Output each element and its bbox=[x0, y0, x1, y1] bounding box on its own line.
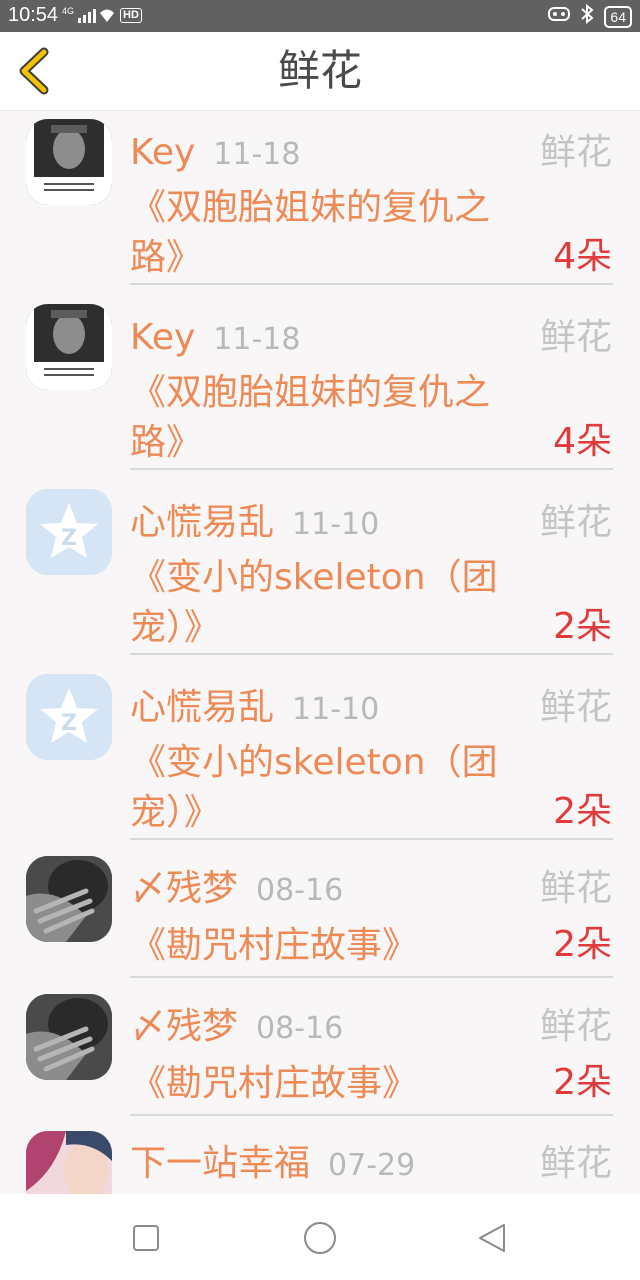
sender-name[interactable]: 心慌易乱 11-10 bbox=[130, 686, 379, 732]
gift-type: 鲜花 bbox=[539, 1143, 612, 1184]
book-title-line1: 《变小的skeleton（团 bbox=[130, 742, 498, 783]
gift-count: 2朵 bbox=[553, 606, 612, 647]
avatar[interactable]: Z bbox=[26, 674, 112, 760]
book-title-line1: 《勘咒村庄故事》 bbox=[130, 925, 419, 966]
photo-avatar bbox=[26, 119, 112, 205]
sender-name[interactable]: 〆残梦 08-16 bbox=[130, 867, 343, 913]
gift-date: 08-16 bbox=[256, 1011, 344, 1046]
header: 鲜花 bbox=[0, 32, 640, 111]
svg-text:Z: Z bbox=[61, 526, 77, 551]
bluetooth-icon bbox=[580, 3, 594, 29]
book-title[interactable]: 《勘咒村庄故事》 bbox=[130, 921, 530, 971]
avatar[interactable] bbox=[26, 856, 112, 942]
avatar[interactable] bbox=[26, 119, 112, 205]
gift-record-list[interactable]: Key 11-18 鲜花 《双胞胎姐妹的复仇之 路》 4朵 Key 11-18 鲜花 bbox=[0, 111, 640, 1194]
sender-name-text: 下一站幸福 bbox=[130, 1143, 311, 1184]
book-title-line2: 宠）》 bbox=[130, 607, 221, 648]
sender-name[interactable]: 〆残梦 08-16 bbox=[130, 1005, 343, 1051]
gift-date: 08-16 bbox=[256, 873, 344, 908]
sender-name[interactable]: 下一站幸福 07-29 bbox=[130, 1142, 415, 1188]
gift-type: 鲜花 bbox=[539, 687, 612, 728]
qq-default-avatar: Z bbox=[26, 674, 112, 760]
home-button[interactable] bbox=[302, 1220, 338, 1256]
cell-signal-icon: 4G bbox=[62, 6, 114, 24]
book-title-line1: 《双胞胎姐妹的复仇之 bbox=[130, 372, 491, 413]
sender-name-text: 〆残梦 bbox=[130, 868, 239, 909]
gift-date: 11-10 bbox=[292, 692, 380, 727]
hand-photo-avatar bbox=[26, 994, 112, 1080]
hand-photo-avatar bbox=[26, 856, 112, 942]
gift-type: 鲜花 bbox=[539, 502, 612, 543]
book-title[interactable]: 《勘咒村庄故事》 bbox=[130, 1059, 530, 1109]
sender-name-text: Key bbox=[130, 132, 196, 173]
gift-type: 鲜花 bbox=[539, 132, 612, 173]
book-title-line2: 路》 bbox=[130, 422, 203, 463]
gift-type: 鲜花 bbox=[539, 868, 612, 909]
book-title[interactable]: 《变小的skeleton（团 宠）》 bbox=[130, 738, 530, 838]
square-icon bbox=[133, 1225, 159, 1251]
divider bbox=[130, 1114, 613, 1116]
sender-name[interactable]: Key 11-18 bbox=[130, 131, 300, 177]
avatar[interactable] bbox=[26, 304, 112, 390]
svg-text:Z: Z bbox=[61, 711, 77, 736]
gift-date: 11-10 bbox=[292, 507, 380, 542]
avatar[interactable] bbox=[26, 994, 112, 1080]
hd-icon: HD bbox=[120, 8, 142, 23]
divider bbox=[130, 838, 613, 840]
sender-name-text: 心慌易乱 bbox=[130, 502, 275, 543]
triangle-back-icon bbox=[479, 1224, 505, 1252]
sender-name-text: 〆残梦 bbox=[130, 1006, 239, 1047]
gift-count: 2朵 bbox=[553, 1062, 612, 1103]
anime-avatar bbox=[26, 1131, 112, 1194]
game-icon bbox=[548, 5, 571, 28]
gift-type: 鲜花 bbox=[539, 317, 612, 358]
battery-level: 64 bbox=[610, 8, 626, 25]
status-time: 10:54 bbox=[8, 4, 59, 26]
gift-count: 4朵 bbox=[553, 421, 612, 462]
gift-count: 2朵 bbox=[553, 924, 612, 965]
qq-default-avatar: Z bbox=[26, 489, 112, 575]
book-title[interactable]: 《双胞胎姐妹的复仇之 路》 bbox=[130, 368, 530, 468]
divider bbox=[130, 468, 613, 470]
status-bar: 10:54 4G HD 64 bbox=[0, 0, 640, 32]
divider bbox=[130, 976, 613, 978]
divider bbox=[130, 283, 613, 285]
sender-name[interactable]: Key 11-18 bbox=[130, 316, 300, 362]
battery-icon: 64 bbox=[604, 5, 632, 28]
book-title-line2: 路》 bbox=[130, 237, 203, 278]
recents-button[interactable] bbox=[130, 1222, 162, 1254]
book-title-line1: 《勘咒村庄故事》 bbox=[130, 1063, 419, 1104]
sender-name-text: Key bbox=[130, 317, 196, 358]
gift-date: 11-18 bbox=[213, 137, 301, 172]
gift-type: 鲜花 bbox=[539, 1006, 612, 1047]
gift-count: 4朵 bbox=[553, 236, 612, 277]
avatar[interactable]: Z bbox=[26, 489, 112, 575]
gift-date: 07-29 bbox=[328, 1148, 416, 1183]
sender-name-text: 心慌易乱 bbox=[130, 687, 275, 728]
book-title[interactable]: 《变小的skeleton（团 宠）》 bbox=[130, 553, 530, 653]
page-title: 鲜花 bbox=[277, 46, 362, 95]
system-nav-bar bbox=[0, 1194, 640, 1280]
book-title-line2: 宠）》 bbox=[130, 792, 221, 833]
book-title-line1: 《变小的skeleton（团 bbox=[130, 557, 498, 598]
divider bbox=[130, 653, 613, 655]
book-title-line1: 《双胞胎姐妹的复仇之 bbox=[130, 187, 491, 228]
gift-date: 11-18 bbox=[213, 322, 301, 357]
circle-icon bbox=[304, 1222, 336, 1254]
avatar[interactable] bbox=[26, 1131, 112, 1194]
photo-avatar bbox=[26, 304, 112, 390]
book-title[interactable]: 《双胞胎姐妹的复仇之 路》 bbox=[130, 183, 530, 283]
gift-count: 2朵 bbox=[553, 791, 612, 832]
sender-name[interactable]: 心慌易乱 11-10 bbox=[130, 501, 379, 547]
back-nav-button[interactable] bbox=[476, 1222, 508, 1254]
network-type: 4G bbox=[62, 6, 75, 16]
